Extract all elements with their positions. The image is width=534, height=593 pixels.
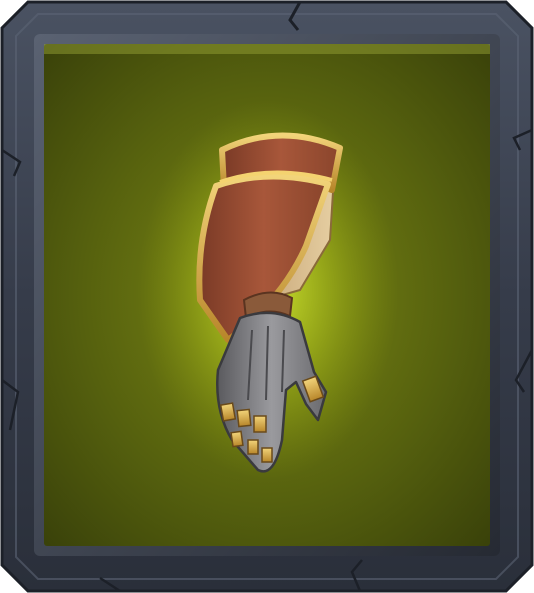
item-card-art: [0, 0, 534, 593]
item-card[interactable]: [0, 0, 534, 593]
